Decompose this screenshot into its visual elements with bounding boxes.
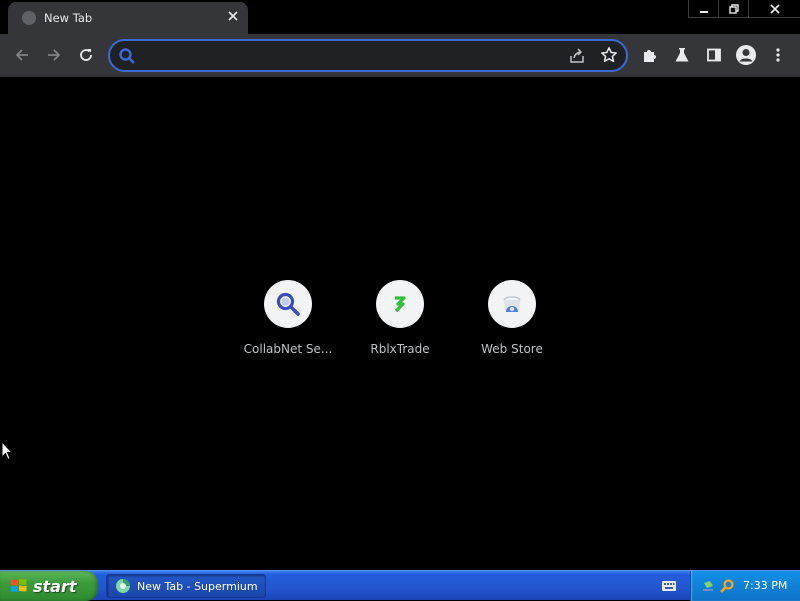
back-arrow-icon[interactable]: [11, 44, 33, 66]
restore-icon[interactable]: [718, 0, 748, 18]
minimize-icon[interactable]: [688, 0, 718, 18]
taskbar: start New Tab - Supermium 7:33 PM: [0, 570, 800, 601]
globe-icon: [22, 11, 36, 25]
start-label: start: [33, 576, 77, 596]
shortcut-collabnet[interactable]: CollabNet Se...: [232, 280, 344, 370]
address-bar[interactable]: [108, 39, 628, 72]
keyboard-icon[interactable]: [661, 579, 677, 593]
tab-title: New Tab: [44, 11, 93, 25]
taskbar-item-supermium[interactable]: New Tab - Supermium: [106, 574, 266, 598]
shortcut-label: CollabNet Se...: [243, 342, 333, 356]
shortcut-label: Web Store: [481, 342, 543, 356]
mouse-cursor-icon: [1, 441, 13, 461]
toolbar: [0, 34, 800, 77]
shortcut-web-store[interactable]: Web Store: [456, 280, 568, 370]
tab-strip: New Tab: [0, 0, 800, 34]
reload-icon[interactable]: [75, 44, 97, 66]
bookmark-star-icon[interactable]: [600, 46, 618, 64]
flask-icon[interactable]: [671, 44, 693, 66]
forward-arrow-icon[interactable]: [43, 44, 65, 66]
search-icon: [276, 292, 300, 316]
share-icon[interactable]: [568, 47, 586, 65]
shortcut-tile: [376, 280, 424, 328]
shortcuts-grid: CollabNet Se... RblxTrade Web Store: [232, 280, 568, 370]
side-panel-icon[interactable]: [703, 44, 725, 66]
rblxtrade-icon: [394, 296, 406, 313]
supermium-icon: [116, 579, 130, 593]
start-button[interactable]: start: [0, 571, 98, 601]
kebab-menu-icon[interactable]: [767, 44, 789, 66]
search-icon[interactable]: [719, 578, 735, 594]
search-icon: [119, 48, 135, 64]
clock: 7:33 PM: [743, 579, 788, 592]
close-icon[interactable]: [748, 0, 800, 18]
shortcut-label: RblxTrade: [370, 342, 430, 356]
puzzle-icon[interactable]: [639, 44, 661, 66]
shortcut-tile: [488, 280, 536, 328]
account-icon[interactable]: [735, 44, 757, 66]
close-icon[interactable]: [224, 9, 242, 27]
taskbar-item-label: New Tab - Supermium: [137, 579, 258, 593]
tab-new-tab[interactable]: New Tab: [8, 2, 248, 34]
system-tray: 7:33 PM: [690, 571, 800, 601]
network-icon[interactable]: [701, 578, 717, 594]
window-controls: [688, 0, 800, 18]
browser-window: New Tab CollabNet Se... RblxTrade Web St…: [0, 0, 800, 570]
shortcut-tile: [264, 280, 312, 328]
shortcut-rblxtrade[interactable]: RblxTrade: [344, 280, 456, 370]
windows-flag-icon: [11, 578, 27, 592]
address-input[interactable]: [142, 45, 562, 66]
web-store-icon: [503, 296, 521, 312]
new-tab-page: CollabNet Se... RblxTrade Web Store: [0, 78, 800, 570]
